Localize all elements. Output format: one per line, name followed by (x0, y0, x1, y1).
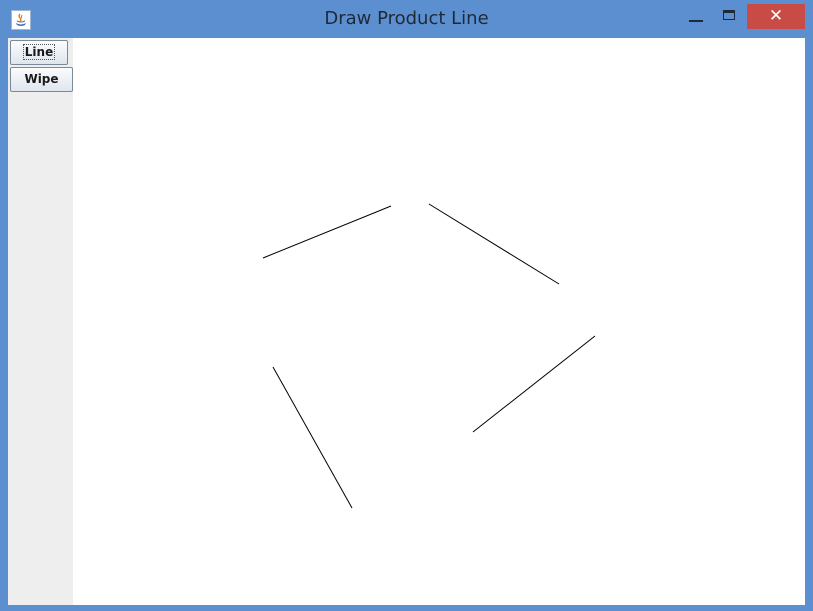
drawn-line (428, 203, 560, 285)
minimize-button[interactable] (681, 4, 711, 29)
maximize-icon (723, 10, 735, 20)
line-button[interactable]: Line (10, 40, 68, 65)
line-button-label: Line (22, 44, 56, 60)
minimize-icon (689, 20, 703, 22)
tool-panel: Line Wipe (8, 38, 73, 605)
drawn-line (272, 366, 353, 509)
drawn-line (472, 335, 596, 433)
drawn-line (262, 205, 392, 259)
close-button[interactable]: ✕ (747, 4, 805, 29)
java-coffee-cup-icon[interactable] (11, 10, 31, 30)
wipe-button-label: Wipe (24, 72, 59, 86)
drawing-surface[interactable] (73, 38, 805, 605)
drawing-canvas[interactable] (73, 38, 805, 605)
title-bar[interactable]: Draw Product Line ✕ (0, 0, 813, 38)
app-window: Draw Product Line ✕ Line Wipe (0, 0, 813, 611)
client-area: Line Wipe (8, 38, 805, 605)
close-icon: ✕ (768, 6, 784, 26)
wipe-button[interactable]: Wipe (10, 67, 73, 92)
maximize-button[interactable] (715, 4, 745, 29)
